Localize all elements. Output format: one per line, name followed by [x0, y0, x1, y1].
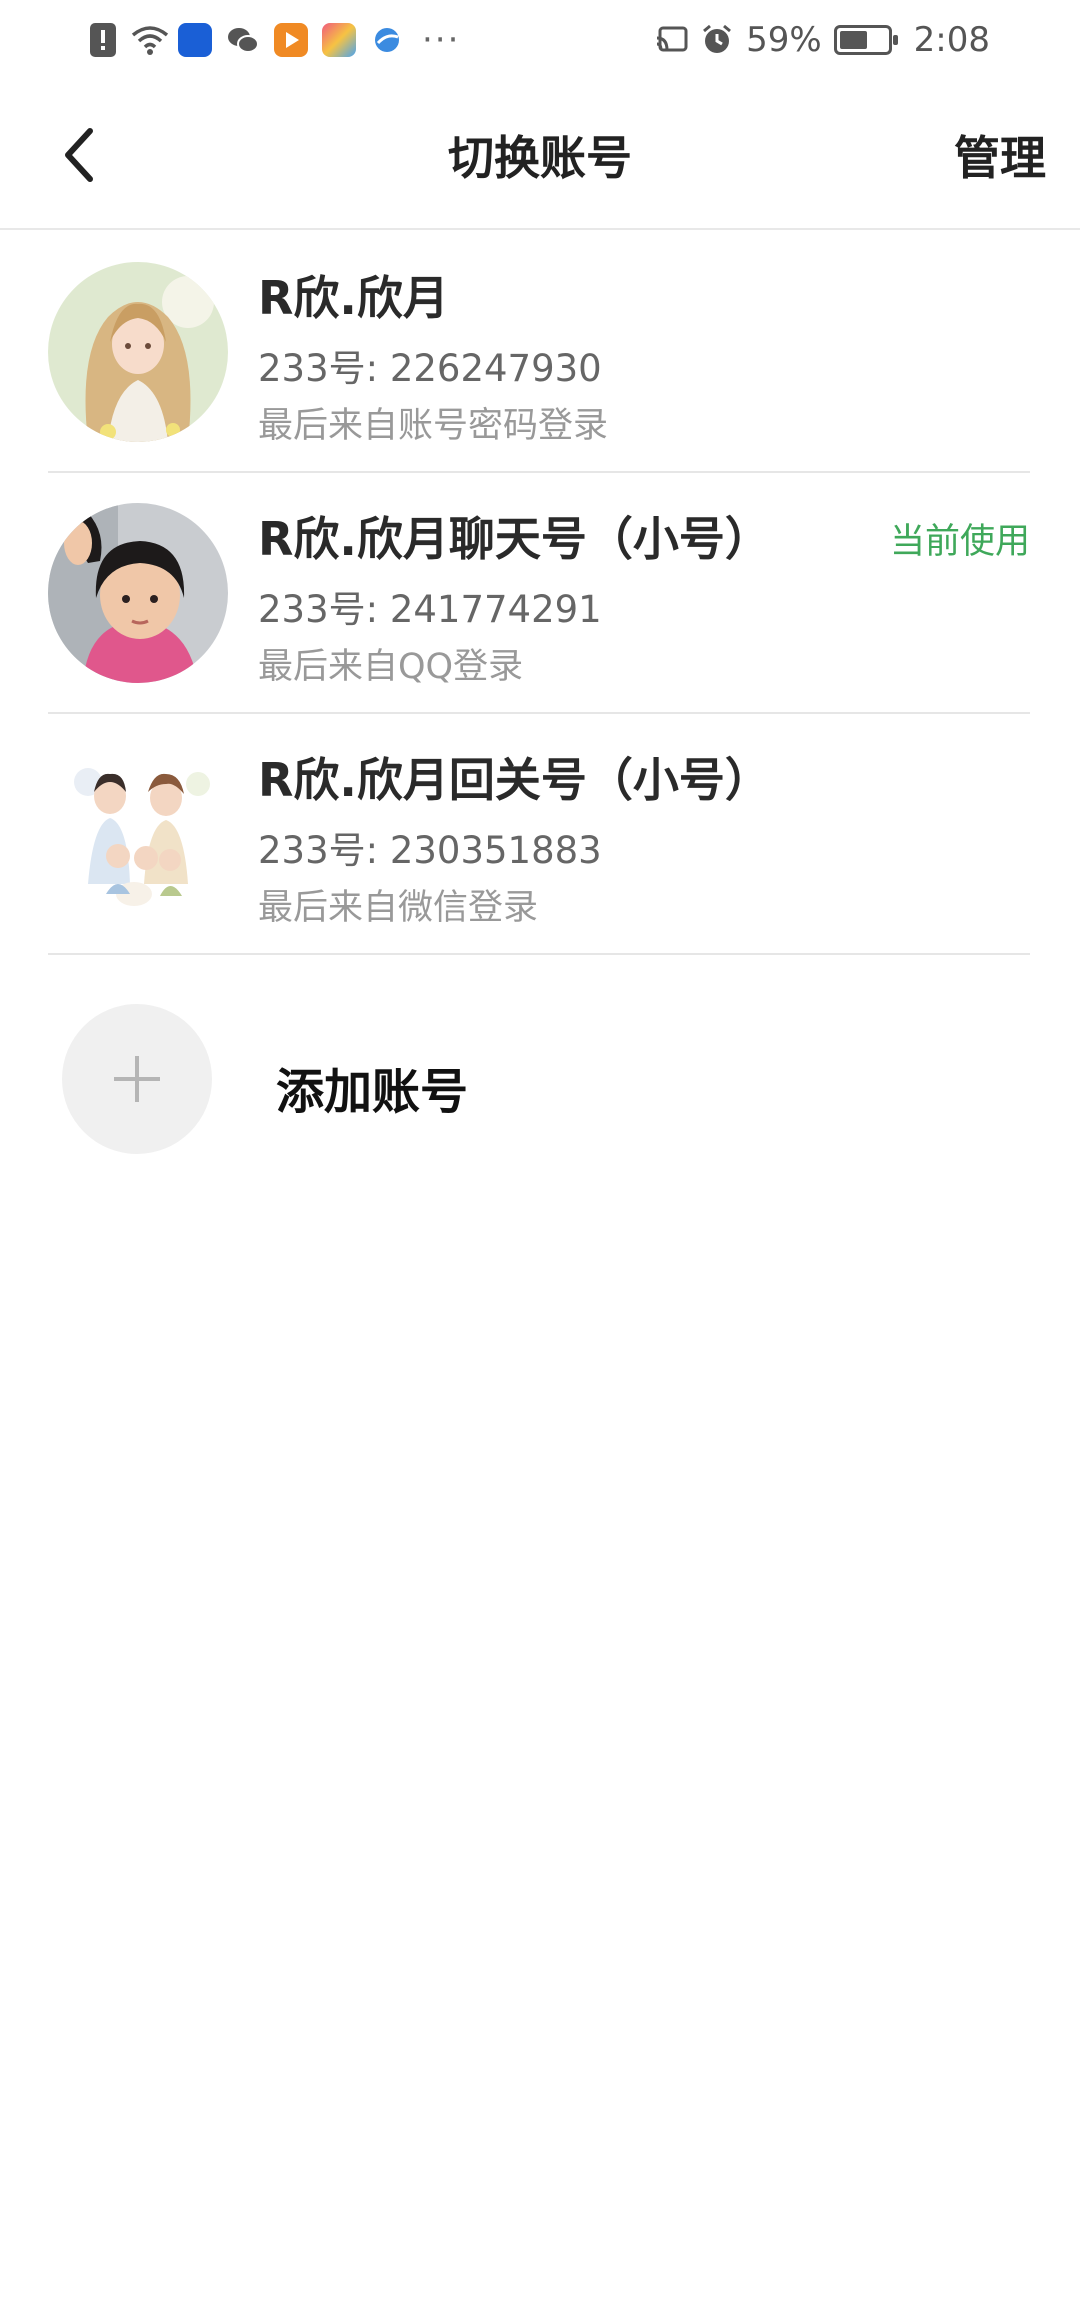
video-app-icon [178, 23, 212, 57]
player-app-icon [274, 23, 308, 57]
family-illustration-avatar [48, 744, 228, 924]
colorful-app-icon [322, 23, 356, 57]
battery-fill [839, 31, 867, 49]
header: 切换账号 管理 [0, 80, 1080, 230]
current-account-badge: 当前使用 [889, 522, 1030, 562]
browser-app-icon [370, 23, 404, 57]
account-item[interactable]: R欣.欣月聊天号（小号） 233号: 241774291 最后来自QQ登录 当前… [48, 473, 1030, 714]
page-title: 切换账号 [448, 131, 632, 185]
wechat-icon [226, 23, 260, 57]
account-item[interactable]: R欣.欣月回关号（小号） 233号: 230351883 最后来自微信登录 [48, 714, 1030, 955]
more-notifications-icon: ··· [422, 20, 461, 60]
status-time: 2:08 [913, 20, 990, 60]
cast-icon [654, 23, 688, 57]
chevron-left-icon [65, 128, 93, 182]
account-login-source: 最后来自账号密码登录 [258, 406, 609, 446]
add-account-button[interactable]: 添加账号 [48, 1000, 1030, 1160]
status-left-icons: ··· [90, 23, 460, 57]
account-id: 233号: 241774291 [258, 588, 602, 631]
account-list: R欣.欣月 233号: 226247930 最后来自账号密码登录 R欣.欣月聊天… [48, 232, 1030, 955]
alert-icon [90, 23, 116, 57]
account-login-source: 最后来自QQ登录 [258, 647, 524, 687]
back-button[interactable] [48, 120, 108, 190]
status-right-icons: 59% 2:08 [654, 20, 990, 60]
account-name: R欣.欣月聊天号（小号） [258, 512, 771, 566]
add-account-label: 添加账号 [276, 1064, 469, 1120]
battery-percent: 59% [746, 20, 822, 60]
alarm-icon [700, 23, 734, 57]
status-bar: ··· 59% 2:08 [0, 0, 1080, 80]
account-id: 233号: 230351883 [258, 829, 602, 872]
account-id: 233号: 226247930 [258, 347, 602, 390]
add-account-circle [62, 1004, 212, 1154]
account-name: R欣.欣月 [258, 271, 449, 325]
anime-girl-avatar [48, 262, 228, 442]
account-item[interactable]: R欣.欣月 233号: 226247930 最后来自账号密码登录 [48, 232, 1030, 473]
account-login-source: 最后来自微信登录 [258, 888, 539, 928]
wifi-icon [130, 23, 169, 57]
child-photo-avatar [48, 503, 228, 683]
account-name: R欣.欣月回关号（小号） [258, 753, 771, 807]
plus-icon [114, 1056, 160, 1102]
battery-icon [833, 25, 898, 55]
manage-button[interactable]: 管理 [954, 80, 1046, 230]
